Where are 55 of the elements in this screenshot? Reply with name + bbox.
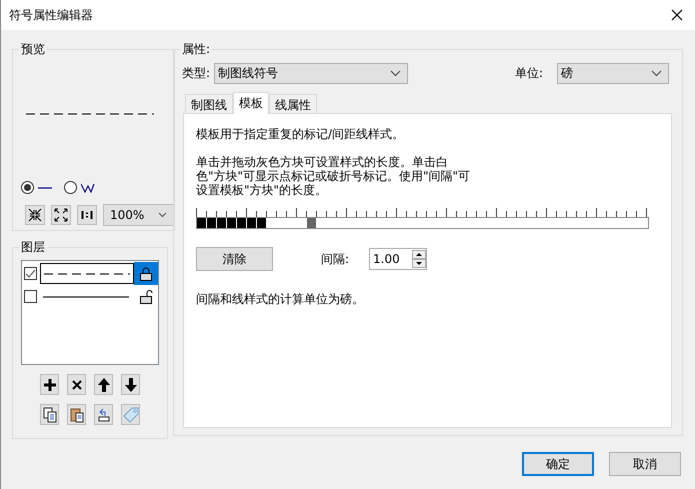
- layer-item[interactable]: [40, 262, 158, 285]
- type-label: 类型:: [182, 65, 210, 82]
- zigzag-icon: [81, 182, 95, 192]
- caret-icon: [158, 212, 168, 218]
- checkbox[interactable]: [24, 290, 37, 303]
- unit-note: 间隔和线样式的计算单位为磅。: [196, 291, 365, 308]
- template-bar[interactable]: [196, 217, 649, 229]
- interval-label: 间隔:: [321, 250, 350, 268]
- zoom-dropdown[interactable]: 100%: [103, 204, 174, 226]
- line-icon: [38, 186, 52, 190]
- group-title: 预览: [20, 41, 46, 58]
- template-cell[interactable]: [247, 218, 256, 228]
- type-dropdown[interactable]: 制图线符号: [214, 63, 408, 84]
- interval-spinbox[interactable]: 1.00: [369, 248, 428, 270]
- tab[interactable]: 制图线: [185, 94, 233, 113]
- group-title: 图层: [20, 239, 46, 256]
- zoom-out-button[interactable]: [51, 205, 71, 225]
- actual-size-icon: [81, 210, 93, 220]
- template-cell[interactable]: [207, 218, 216, 228]
- zoom-in-button[interactable]: [25, 205, 45, 225]
- add-button[interactable]: [40, 374, 59, 395]
- checkbox[interactable]: [24, 267, 37, 280]
- tab[interactable]: 模板: [233, 92, 269, 114]
- help-text: 单击并拖动灰色方块可设置样式的长度。单击白色"方块"可显示点标记或破折号标记。使用"间隔"可设置模板"方块"的长度。: [196, 155, 472, 197]
- unit-dropdown[interactable]: 磅: [557, 63, 669, 84]
- window-title: 符号属性编辑器: [9, 6, 93, 24]
- dialog-button[interactable]: 确定: [522, 452, 594, 476]
- move-down-button[interactable]: [121, 374, 140, 395]
- actual-size-button[interactable]: [77, 205, 97, 225]
- close-icon[interactable]: [671, 9, 683, 21]
- caret-icon: [651, 70, 662, 77]
- template-cell[interactable]: [257, 218, 266, 228]
- delete-button[interactable]: [67, 374, 86, 395]
- copy-button[interactable]: [40, 404, 59, 425]
- template-cell[interactable]: [217, 218, 226, 228]
- length-handle[interactable]: [307, 218, 316, 228]
- group-title: 属性:: [181, 41, 212, 58]
- template-cell[interactable]: [197, 218, 206, 228]
- tab[interactable]: 线属性: [269, 94, 317, 113]
- description-text: 模板用于指定重复的标记/间距线样式。: [196, 126, 406, 143]
- close-icon: [72, 380, 82, 390]
- radio-button[interactable]: [21, 181, 52, 194]
- paste-button[interactable]: [67, 404, 86, 425]
- undo-icon: [96, 408, 110, 422]
- unit-label: 单位:: [514, 65, 543, 82]
- lock-icon: [139, 266, 153, 280]
- move-up-button[interactable]: [94, 374, 113, 395]
- radio-button[interactable]: [64, 181, 95, 194]
- dialog-button[interactable]: 取消: [609, 452, 681, 476]
- template-cell[interactable]: [237, 218, 246, 228]
- clear-button[interactable]: 清除: [196, 247, 273, 271]
- lock-icon: [139, 290, 153, 304]
- caret-icon: [390, 70, 402, 77]
- template-cell[interactable]: [227, 218, 236, 228]
- restore-button[interactable]: [94, 404, 113, 425]
